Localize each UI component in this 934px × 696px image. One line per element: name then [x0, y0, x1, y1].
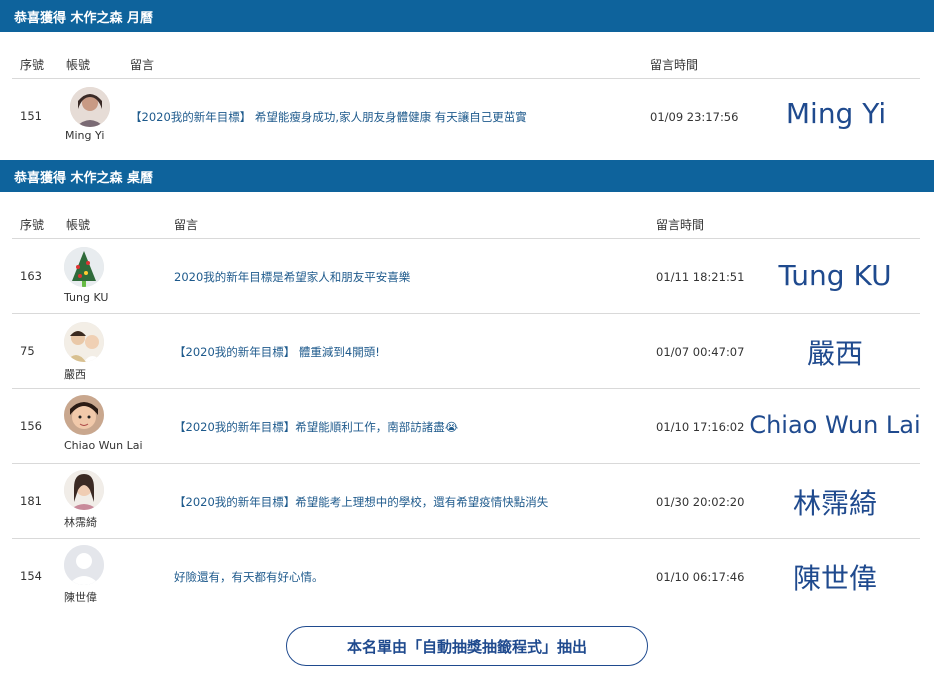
- comment-text: 【2020我的新年目標】 體重減到4開頭!: [174, 345, 380, 359]
- username[interactable]: 陳世偉: [64, 589, 97, 605]
- winner-name: Ming Yi: [785, 97, 887, 130]
- comment-text: 【2020我的新年目標】希望能順利工作，南部訪諸盡😭: [174, 420, 459, 434]
- desk-calendar-section: 恭喜獲得 木作之森 桌曆 序號 帳號 留言 留言時間 163 Tung KU 2…: [0, 160, 934, 613]
- comment-text: 【2020我的新年目標】希望能考上理想中的學校，還有希望疫情快點消失: [174, 495, 549, 509]
- table-row: 163 Tung KU 2020我的新年目標是希望家人和朋友平安喜樂 01/11…: [12, 239, 920, 314]
- row-seq: 151: [20, 109, 42, 123]
- table-row: 75 嚴西 【2020我的新年目標】 體重減到4開頭! 01/07 00:47:…: [12, 314, 920, 389]
- username[interactable]: 林霈綺: [64, 514, 97, 530]
- header-account: 帳號: [66, 218, 91, 232]
- comment-text: 2020我的新年目標是希望家人和朋友平安喜樂: [174, 270, 411, 284]
- table-row: 151 Ming Yi 【2020我的新年目標】 希望能瘦身成功,家人朋友身體健…: [12, 79, 920, 159]
- header-message: 留言: [130, 58, 155, 72]
- avatar[interactable]: [64, 247, 104, 287]
- avatar[interactable]: [64, 470, 104, 510]
- username[interactable]: Ming Yi: [65, 129, 104, 142]
- username[interactable]: Tung KU: [64, 291, 108, 304]
- avatar[interactable]: [70, 87, 110, 127]
- winner-name: Tung KU: [778, 259, 892, 292]
- winner-name: 嚴西: [806, 337, 863, 370]
- winner-table: 序號 帳號 留言 留言時間 151 Ming Yi 【2020我的新年目標】 希…: [12, 32, 920, 159]
- comment-time: 01/07 00:47:07: [656, 345, 745, 359]
- comment-text: 【2020我的新年目標】 希望能瘦身成功,家人朋友身體健康 有天讓自己更茁實: [130, 110, 527, 124]
- table-row: 181 林霈綺 【2020我的新年目標】希望能考上理想中的學校，還有希望疫情快點…: [12, 464, 920, 539]
- section-title: 恭喜獲得 木作之森 桌曆: [0, 160, 934, 192]
- lottery-program-button[interactable]: 本名單由「自動抽獎抽籤程式」抽出: [286, 626, 648, 666]
- winner-name: 陳世偉: [792, 562, 877, 595]
- avatar[interactable]: [64, 395, 104, 435]
- avatar[interactable]: [64, 322, 104, 362]
- header-seq: 序號: [20, 218, 45, 232]
- winner-table: 序號 帳號 留言 留言時間 163 Tung KU 2020我的新年目標是希望家…: [12, 192, 921, 613]
- comment-time: 01/11 18:21:51: [656, 270, 745, 284]
- table-row: 154 陳世偉 好險還有，有天都有好心情。 01/10 06:17:46 陳世偉: [12, 539, 920, 613]
- monthly-calendar-section: 恭喜獲得 木作之森 月曆 序號 帳號 留言 留言時間 151 Ming Yi 【…: [0, 0, 934, 159]
- winner-name: Chiao Wun Lai: [749, 411, 921, 439]
- row-seq: 181: [20, 494, 42, 508]
- header-account: 帳號: [66, 58, 91, 72]
- username[interactable]: 嚴西: [64, 366, 86, 382]
- comment-time: 01/09 23:17:56: [650, 110, 739, 124]
- section-title: 恭喜獲得 木作之森 月曆: [0, 0, 934, 32]
- header-seq: 序號: [20, 58, 45, 72]
- comment-time: 01/30 20:02:20: [656, 495, 745, 509]
- header-time: 留言時間: [656, 218, 705, 232]
- avatar[interactable]: [64, 545, 104, 585]
- table-header: 序號 帳號 留言 留言時間: [12, 192, 920, 239]
- table-row: 156 Chiao Wun Lai 【2020我的新年目標】希望能順利工作，南部…: [12, 389, 921, 464]
- row-seq: 156: [20, 419, 42, 433]
- winner-name: 林霈綺: [792, 487, 877, 520]
- header-message: 留言: [174, 218, 199, 232]
- comment-time: 01/10 06:17:46: [656, 570, 745, 584]
- comment-time: 01/10 17:16:02: [656, 420, 745, 434]
- row-seq: 75: [20, 344, 35, 358]
- row-seq: 163: [20, 269, 42, 283]
- comment-text: 好險還有，有天都有好心情。: [174, 570, 324, 584]
- table-header: 序號 帳號 留言 留言時間: [12, 32, 920, 79]
- row-seq: 154: [20, 569, 42, 583]
- header-time: 留言時間: [650, 58, 699, 72]
- username[interactable]: Chiao Wun Lai: [64, 439, 143, 452]
